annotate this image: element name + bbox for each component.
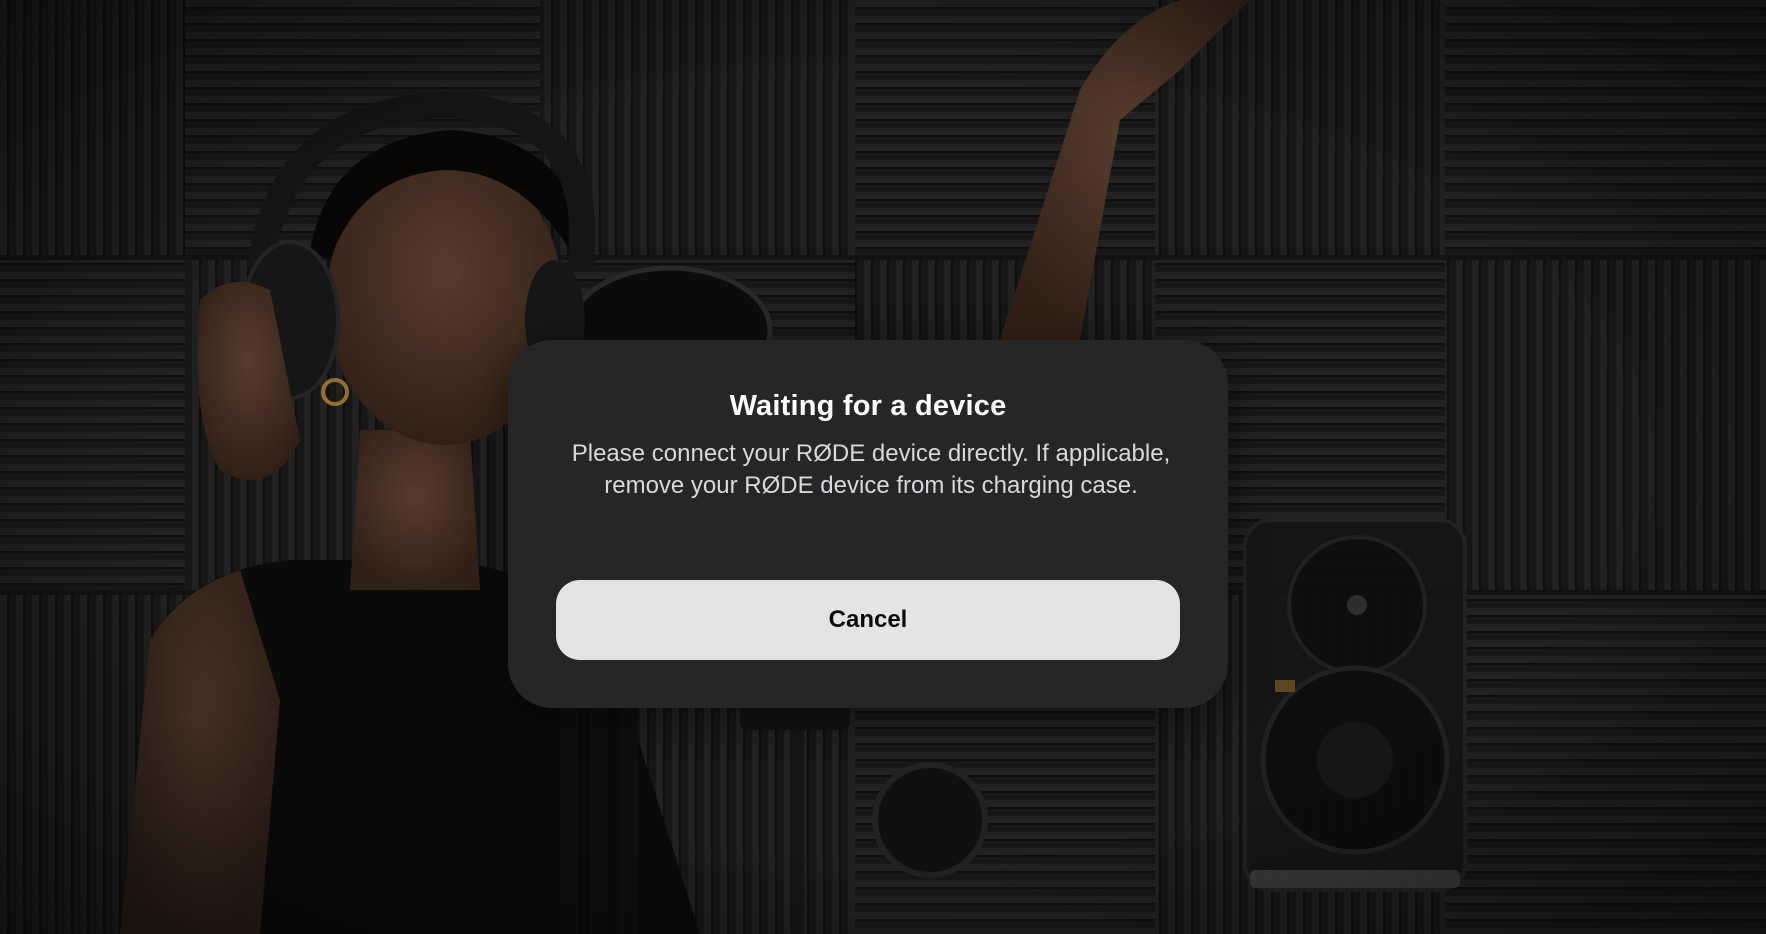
dialog-message: Please connect your RØDE device directly… [571, 440, 1171, 499]
waiting-for-device-dialog: Waiting for a device Please connect your… [508, 340, 1228, 708]
dialog-title: Waiting for a device [729, 390, 1007, 422]
cancel-button[interactable]: Cancel [556, 580, 1180, 660]
app-window: Waiting for a device Please connect your… [0, 0, 1766, 934]
